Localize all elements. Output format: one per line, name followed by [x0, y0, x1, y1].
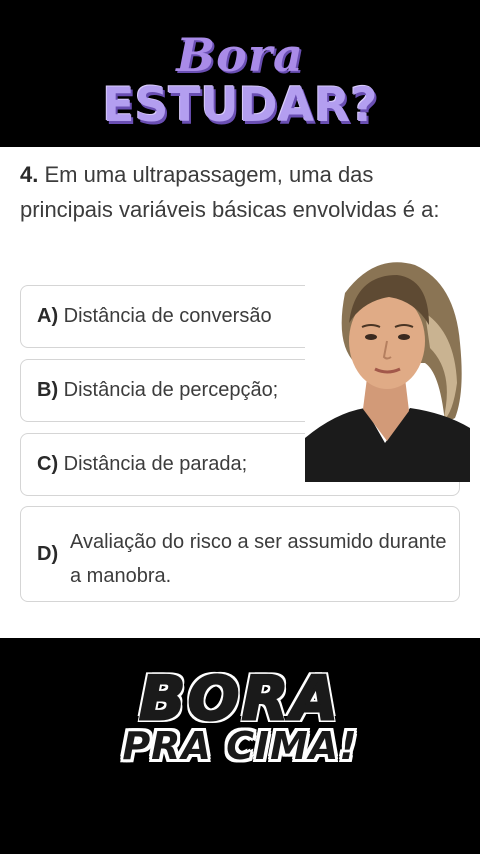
option-letter: C): [37, 453, 59, 475]
option-d[interactable]: D) Avaliação do risco a ser assumido dur…: [20, 506, 460, 602]
bora-pra-cima-logo: BORA PRA CIMA!: [0, 663, 480, 774]
option-label: Distância de parada;: [63, 453, 248, 475]
option-letter: D): [37, 543, 59, 565]
bora-estudar-logo: Bora ESTUDAR?: [0, 22, 480, 140]
option-label: Distância de percepção;: [63, 379, 279, 401]
question-text: 4. Em uma ultrapassagem, uma das princip…: [20, 157, 460, 227]
question-body: Em uma ultrapassagem, uma das principais…: [20, 162, 440, 222]
logo-line-pra-cima: PRA CIMA!: [122, 724, 358, 768]
logo-line-estudar: ESTUDAR?: [102, 78, 378, 133]
option-label: Distância de conversão: [63, 305, 272, 327]
logo-line-bora: Bora: [176, 28, 304, 82]
option-letter: B): [37, 379, 59, 401]
presenter-video-overlay: [305, 253, 470, 482]
option-label: Avaliação do risco a ser assumido durant…: [70, 531, 447, 587]
option-letter: A): [37, 305, 59, 327]
question-number: 4.: [20, 162, 39, 187]
presenter-portrait: [305, 253, 470, 482]
